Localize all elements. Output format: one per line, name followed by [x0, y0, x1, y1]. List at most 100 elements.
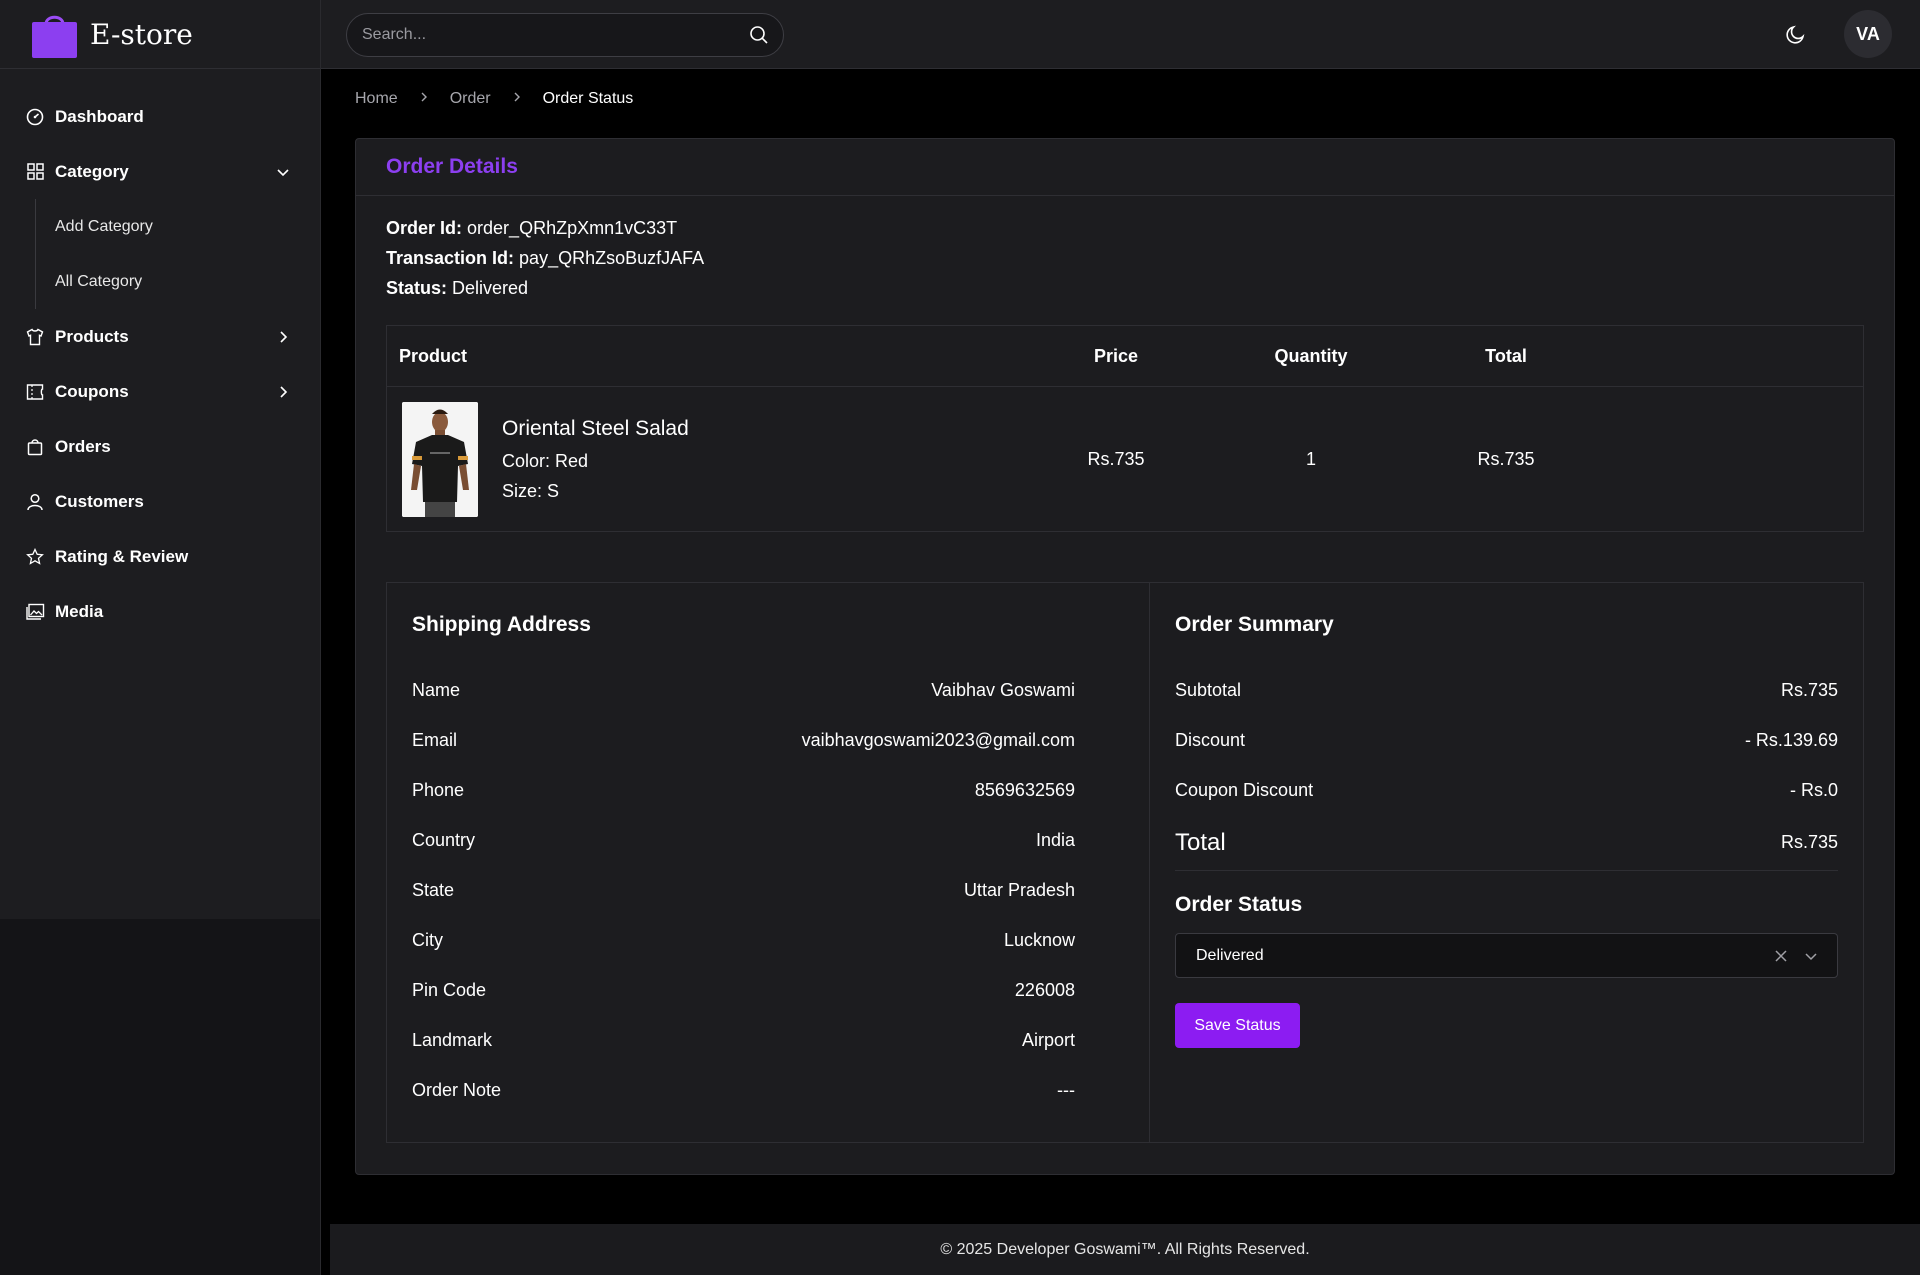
save-status-button[interactable]: Save Status: [1175, 1003, 1300, 1048]
subtotal-value: Rs.735: [1780, 679, 1838, 700]
field-value: Lucknow: [1003, 929, 1075, 950]
field-label: Order Note: [412, 1079, 502, 1100]
total-value: Rs.735: [1780, 832, 1838, 852]
sidebar-item-rating-review[interactable]: Rating & Review: [0, 529, 320, 584]
shipping-field: Landmark Airport: [412, 1015, 1075, 1065]
summary-total: Total Rs.735: [1175, 815, 1838, 871]
brand[interactable]: E-store: [0, 0, 320, 69]
sidebar-item-customers[interactable]: Customers: [0, 474, 320, 529]
order-id-value: order_QRhZpXmn1vC33T: [467, 218, 678, 238]
moon-icon[interactable]: [1784, 22, 1808, 46]
discount-label: Discount: [1175, 729, 1246, 750]
sidebar-item-add-category[interactable]: Add Category: [55, 199, 320, 254]
field-label: Country: [412, 829, 476, 850]
close-icon[interactable]: [1773, 948, 1789, 964]
summary-title: Order Summary: [1175, 613, 1334, 636]
breadcrumb-home[interactable]: Home: [355, 90, 398, 108]
header-quantity: Quantity: [1274, 346, 1348, 366]
sidebar-item-orders[interactable]: Orders: [0, 419, 320, 474]
product-quantity: 1: [1305, 449, 1317, 469]
transaction-id-value: pay_QRhZsoBuzfJAFA: [519, 248, 705, 268]
field-value: 226008: [1014, 979, 1075, 1000]
sidebar-panel: E-store Dashboard Category Add Category: [0, 0, 320, 919]
product-price: Rs.735: [1087, 449, 1145, 469]
chevron-down-icon[interactable]: [1803, 948, 1819, 964]
order-id-label: Order Id:: [386, 218, 463, 238]
ticket-icon: [25, 382, 45, 402]
product-total: Rs.735: [1477, 449, 1535, 469]
sidebar-item-all-category[interactable]: All Category: [55, 254, 320, 309]
shipping-address: Shipping Address Name Vaibhav Goswami Ema…: [387, 583, 1150, 1142]
chevron-right-icon: [418, 90, 430, 102]
sidebar-item-media[interactable]: Media: [0, 584, 320, 639]
card-header: Order Details: [356, 139, 1894, 196]
shipping-field: Pin Code 226008: [412, 965, 1075, 1015]
breadcrumb-current: Order Status: [542, 90, 634, 107]
user-icon: [25, 492, 45, 512]
sidebar-item-label: Coupons: [55, 381, 129, 401]
footer: © 2025 Developer Goswami™. All Rights Re…: [330, 1224, 1920, 1275]
dashboard-icon: [25, 107, 45, 127]
shipping-title: Shipping Address: [412, 613, 591, 636]
field-label: Phone: [412, 779, 465, 800]
order-details-card: Order Details Order Id: order_QRhZpXmn1v…: [355, 138, 1895, 1175]
shipping-field: State Uttar Pradesh: [412, 865, 1075, 915]
status-line: Status: Delivered: [386, 273, 704, 303]
search-input[interactable]: [362, 26, 749, 44]
order-meta: Order Id: order_QRhZpXmn1vC33T Transacti…: [386, 213, 704, 303]
grid-icon: [25, 162, 45, 182]
product-image[interactable]: [402, 402, 478, 517]
field-label: Pin Code: [412, 979, 487, 1000]
field-label: Landmark: [412, 1029, 493, 1050]
topbar: VA: [321, 0, 1920, 69]
star-icon: [25, 547, 45, 567]
field-value: India: [1035, 829, 1075, 850]
table-row: Oriental Steel Salad Color: Red Size: S …: [387, 387, 1863, 532]
sidebar-item-coupons[interactable]: Coupons: [0, 364, 320, 419]
sidebar-item-category[interactable]: Category: [0, 144, 320, 199]
coupon-value: - Rs.0: [1789, 779, 1838, 800]
field-label: Name: [412, 679, 461, 700]
sidebar-item-products[interactable]: Products: [0, 309, 320, 364]
sidebar-item-label: Products: [55, 326, 129, 346]
sidebar-item-label: Orders: [55, 436, 111, 456]
order-id-line: Order Id: order_QRhZpXmn1vC33T: [386, 213, 704, 243]
sidebar: E-store Dashboard Category Add Category: [0, 0, 321, 1275]
sidebar-item-dashboard[interactable]: Dashboard: [0, 89, 320, 144]
summary-discount: Discount - Rs.139.69: [1175, 715, 1838, 765]
search-icon[interactable]: [749, 25, 769, 45]
sidebar-item-label: Customers: [55, 491, 144, 511]
details-grid: Shipping Address Name Vaibhav Goswami Ema…: [386, 582, 1864, 1143]
field-value: ---: [1057, 1079, 1075, 1100]
avatar[interactable]: VA: [1844, 10, 1892, 58]
product-size: Size: S: [502, 481, 560, 501]
header-product: Product: [399, 346, 468, 366]
table-header: Product Price Quantity Total: [387, 326, 1863, 387]
subtotal-label: Subtotal: [1175, 679, 1242, 700]
summary-coupon: Coupon Discount - Rs.0: [1175, 765, 1838, 815]
order-status-select[interactable]: Delivered: [1175, 933, 1838, 978]
field-label: Email: [412, 729, 458, 750]
shipping-field: Country India: [412, 815, 1075, 865]
sidebar-item-label: Rating & Review: [55, 546, 189, 566]
breadcrumb-order[interactable]: Order: [450, 90, 491, 108]
product-color: Color: Red: [502, 451, 589, 471]
chevron-down-icon: [276, 165, 290, 179]
breadcrumb: Home Order Order Status: [355, 90, 633, 108]
header-price: Price: [1093, 346, 1139, 366]
product-name: Oriental Steel Salad: [502, 417, 689, 440]
chevron-right-icon: [276, 330, 290, 344]
shipping-field: City Lucknow: [412, 915, 1075, 965]
brand-name: E-store: [90, 17, 193, 51]
image-icon: [25, 602, 45, 622]
order-summary: Order Summary Subtotal Rs.735 Discount - R…: [1150, 583, 1863, 1142]
transaction-id-line: Transaction Id: pay_QRhZsoBuzfJAFA: [386, 243, 704, 273]
shipping-field: Order Note ---: [412, 1065, 1075, 1115]
field-value: Airport: [1021, 1029, 1075, 1050]
search-box[interactable]: [346, 13, 784, 57]
discount-value: - Rs.139.69: [1744, 729, 1838, 750]
total-label: Total: [1175, 828, 1226, 856]
status-label: Status:: [386, 278, 448, 298]
field-value: 8569632569: [974, 779, 1075, 800]
status-value: Delivered: [452, 278, 529, 298]
